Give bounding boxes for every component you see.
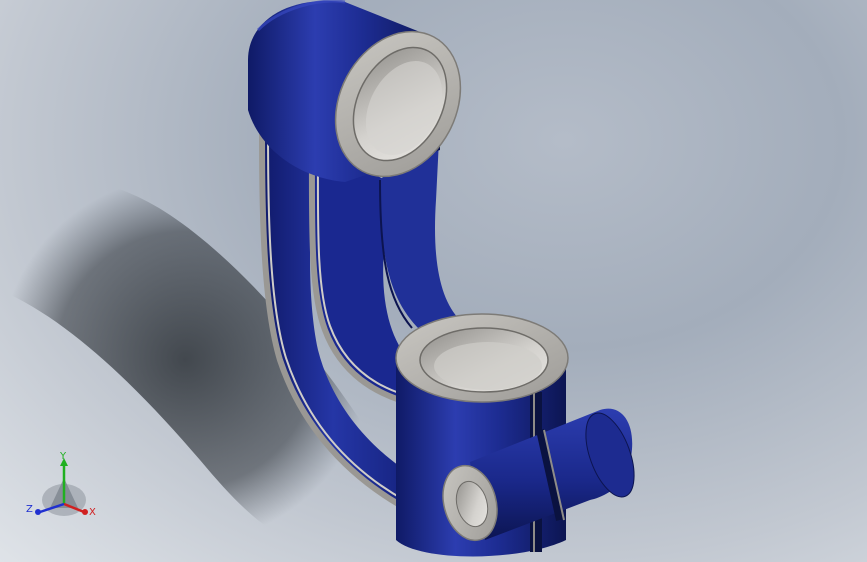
reference-triad-icon[interactable]: Y X Z <box>26 451 96 518</box>
triad-x-label: X <box>89 507 96 518</box>
triad-y-label: Y <box>59 451 67 462</box>
triad-z-label: Z <box>26 504 33 515</box>
model-canvas[interactable]: Y X Z <box>0 0 867 562</box>
graphics-viewport[interactable]: Y X Z <box>0 0 867 562</box>
